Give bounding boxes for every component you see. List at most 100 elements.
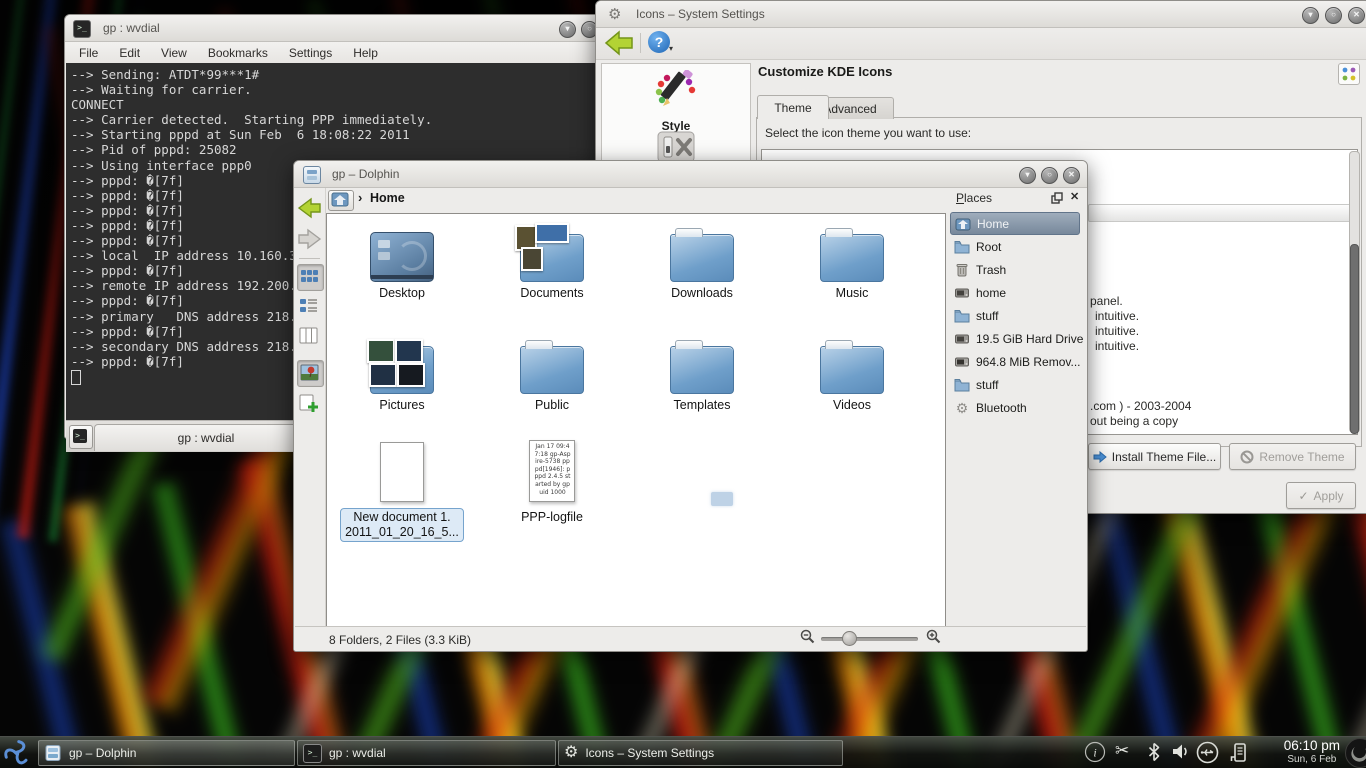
dolphin-toolbar [294, 188, 326, 650]
zoom-slider-track[interactable] [821, 637, 918, 641]
places-panel: Places ✕ Home Root Trash home [948, 188, 1085, 626]
minimize-button[interactable]: ▾ [1019, 167, 1036, 184]
file-item-new-document[interactable]: New document 1.2011_01_20_16_5... [327, 436, 477, 542]
klipper-scissors-icon[interactable]: ✂ [1115, 741, 1129, 761]
apply-button[interactable]: ✓ Apply [1286, 482, 1356, 509]
places-label: stuff [976, 378, 998, 392]
menu-help[interactable]: Help [353, 46, 378, 60]
float-panel-icon[interactable] [1051, 192, 1063, 204]
theme-list-text-fragment: intuitive. [1095, 324, 1139, 338]
task-button-dolphin[interactable]: gp – Dolphin [38, 740, 295, 766]
remove-theme-button[interactable]: Remove Theme [1229, 443, 1356, 470]
gear-icon: ⚙ [608, 5, 621, 23]
terminal-tab[interactable]: gp : wvdial [94, 424, 318, 451]
colored-dots-icon[interactable] [1338, 63, 1360, 85]
dolphin-window: gp – Dolphin ▾ ○ ✕ › Home [293, 160, 1088, 652]
maximize-button[interactable]: ○ [1041, 167, 1058, 184]
maximize-button[interactable]: ○ [1325, 7, 1342, 24]
terminal-titlebar[interactable]: >_ gp : wvdial ▾ ○ ✕ [65, 15, 605, 42]
help-dropdown-icon[interactable]: ▾ [669, 44, 673, 53]
folder-item-music[interactable]: Music [777, 220, 927, 300]
terminal-line: --> Waiting for carrier. [71, 82, 600, 97]
file-item-ppp-logfile[interactable]: Jan 17 09:4 7:18 gp-Asp ire-5738 pp pd[1… [477, 436, 627, 524]
places-item-home-partition[interactable]: home [950, 282, 1084, 303]
places-item-trash[interactable]: Trash [950, 259, 1084, 280]
places-item-bluetooth[interactable]: ⚙ Bluetooth [950, 397, 1084, 418]
theme-list-scrollbar[interactable] [1349, 151, 1360, 433]
folder-item-desktop[interactable]: Desktop [327, 220, 477, 300]
forward-button[interactable] [297, 227, 322, 252]
preview-toggle-button[interactable] [297, 360, 324, 387]
digital-clock[interactable]: 06:10 pm Sun, 6 Feb [1284, 738, 1340, 765]
zoom-slider-knob[interactable] [842, 631, 857, 646]
places-item-hard-drive[interactable]: 19.5 GiB Hard Drive [950, 328, 1084, 349]
volume-icon[interactable] [1171, 743, 1191, 760]
split-view-button[interactable] [297, 392, 322, 417]
menu-settings[interactable]: Settings [289, 46, 332, 60]
drag-ghost-artifact [711, 492, 733, 506]
install-theme-button[interactable]: Install Theme File... [1088, 443, 1221, 470]
icon-theme-instruction: Select the icon theme you want to use: [765, 126, 971, 140]
folder-item-public[interactable]: Public [477, 332, 627, 412]
folder-item-documents[interactable]: Documents [477, 220, 627, 300]
dolphin-file-view[interactable]: Desktop Documents Downloads Music [326, 213, 946, 628]
task-button-system-settings[interactable]: ⚙ Icons – System Settings [558, 740, 843, 766]
folder-label: Public [477, 398, 627, 412]
panel-cashew-icon[interactable] [1345, 738, 1366, 768]
folder-item-pictures[interactable]: Pictures [327, 332, 477, 412]
places-item-stuff-2[interactable]: stuff [950, 374, 1084, 395]
dolphin-statusbar: 8 Folders, 2 Files (3.3 KiB) [295, 626, 1086, 651]
folder-icon [954, 377, 970, 393]
menu-bookmarks[interactable]: Bookmarks [208, 46, 268, 60]
install-arrow-icon [1093, 451, 1107, 463]
usb-device-icon[interactable] [1196, 741, 1219, 764]
places-item-removable[interactable]: 964.8 MiB Remov... [950, 351, 1084, 372]
places-label: Bluetooth [976, 401, 1027, 415]
folder-item-templates[interactable]: Templates [627, 332, 777, 412]
places-item-stuff[interactable]: stuff [950, 305, 1084, 326]
zoom-out-icon[interactable] [800, 629, 815, 644]
tab-theme[interactable]: Theme [757, 95, 829, 119]
hard-drive-icon [954, 285, 970, 301]
selected-theme-row[interactable] [1088, 204, 1352, 222]
folder-item-videos[interactable]: Videos [777, 332, 927, 412]
details-view-button[interactable] [297, 294, 322, 319]
system-settings-title: Icons – System Settings [636, 7, 765, 21]
theme-list-text-fragment: intuitive. [1095, 309, 1139, 323]
icons-view-button[interactable] [297, 264, 324, 291]
columns-view-button[interactable] [297, 324, 322, 349]
back-button[interactable] [297, 196, 322, 221]
menu-file[interactable]: File [79, 46, 98, 60]
home-folder-icon[interactable] [328, 190, 354, 211]
breadcrumb-separator-icon: › [358, 190, 362, 205]
selected-file-label: New document 1.2011_01_20_16_5... [340, 508, 464, 542]
clock-time: 06:10 pm [1284, 738, 1340, 754]
launcher-button[interactable] [3, 739, 31, 767]
scrollbar-thumb[interactable] [1350, 244, 1359, 434]
places-item-root[interactable]: Root [950, 236, 1084, 257]
pictures-folder-icon [370, 346, 434, 394]
menu-edit[interactable]: Edit [119, 46, 140, 60]
sidebar-item-style[interactable]: Style [602, 70, 750, 133]
zoom-in-icon[interactable] [926, 629, 941, 644]
detach-tab-button[interactable]: >_ [69, 425, 93, 449]
taskbar-panel: gp – Dolphin >_ gp : wvdial ⚙ Icons – Sy… [0, 736, 1366, 768]
close-panel-icon[interactable]: ✕ [1070, 190, 1079, 203]
back-button[interactable] [604, 30, 634, 56]
places-item-home[interactable]: Home [950, 212, 1080, 235]
folder-item-downloads[interactable]: Downloads [627, 220, 777, 300]
minimize-button[interactable]: ▾ [559, 21, 576, 38]
menu-view[interactable]: View [161, 46, 187, 60]
notifications-icon[interactable]: i [1084, 741, 1106, 763]
dolphin-titlebar[interactable]: gp – Dolphin ▾ ○ ✕ [294, 161, 1087, 188]
minimize-button[interactable]: ▾ [1302, 7, 1319, 24]
help-button[interactable]: ? [648, 31, 670, 53]
device-notifier-icon[interactable] [1228, 741, 1248, 764]
close-button[interactable]: ✕ [1063, 167, 1080, 184]
bluetooth-icon[interactable] [1146, 742, 1162, 762]
system-settings-titlebar[interactable]: ⚙ Icons – System Settings ▾ ○ ✕ [596, 1, 1366, 28]
breadcrumb-home[interactable]: Home [370, 191, 405, 205]
task-button-wvdial[interactable]: >_ gp : wvdial [297, 740, 556, 766]
close-button[interactable]: ✕ [1348, 7, 1365, 24]
terminal-line: --> Starting pppd at Sun Feb 6 18:08:22 … [71, 127, 600, 142]
